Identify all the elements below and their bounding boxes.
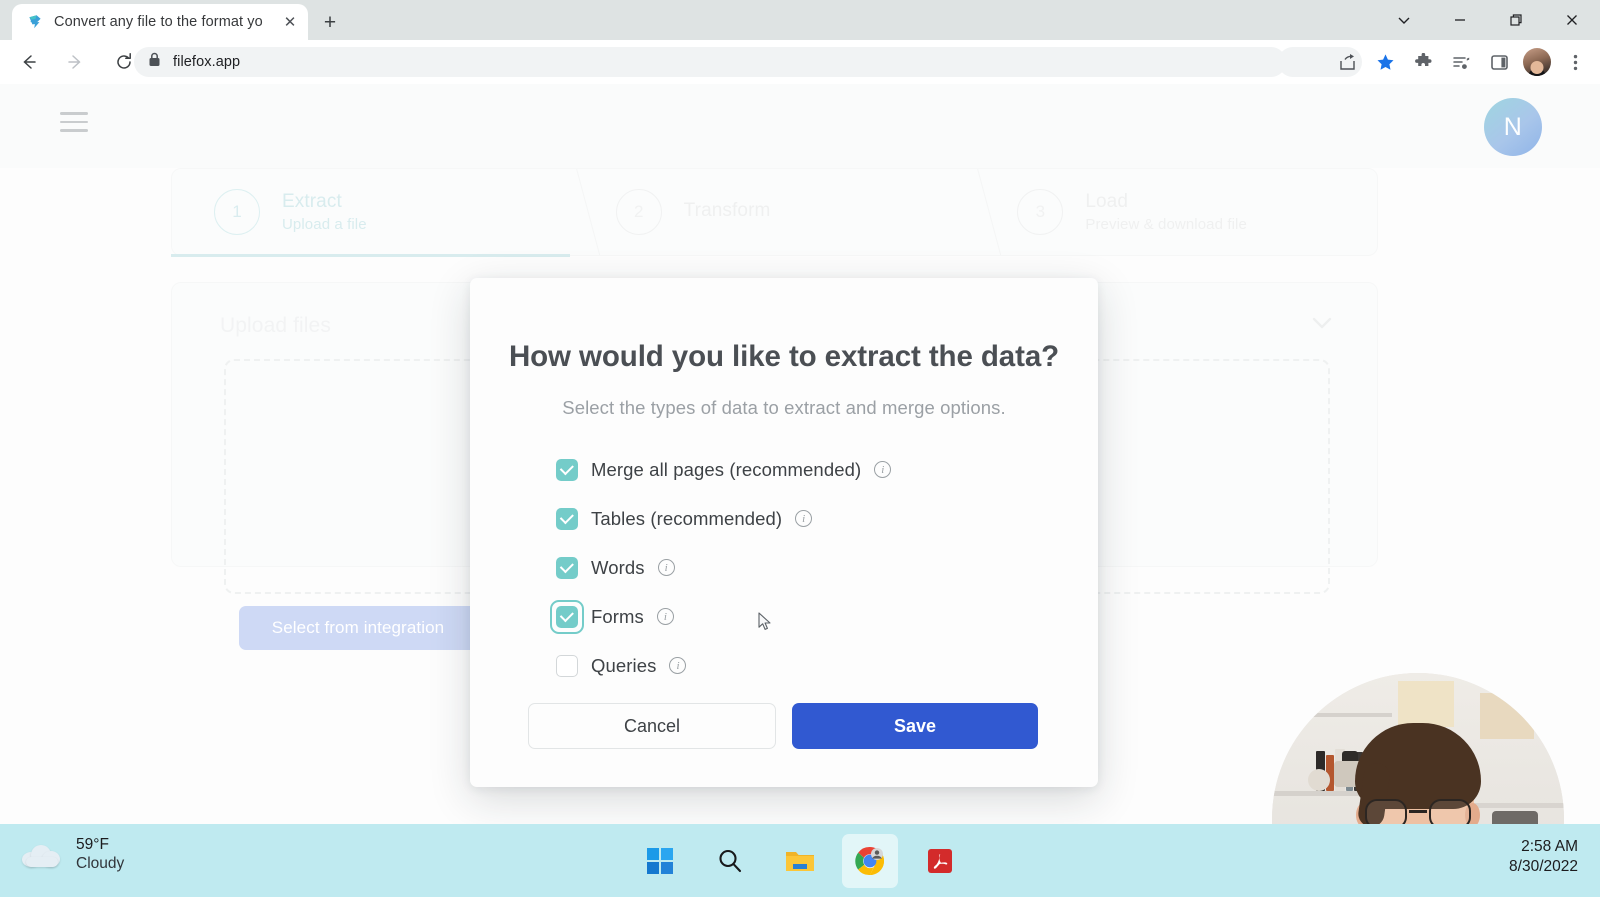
checkbox-queries[interactable] [556,654,578,677]
option-merge-all-pages[interactable]: Merge all pages (recommended) i [556,454,1026,485]
google-chrome-icon[interactable] [842,833,898,888]
search-icon[interactable] [708,839,752,883]
share-icon[interactable] [1328,43,1366,81]
dialog-title: How would you like to extract the data? [508,340,1060,373]
option-label: Tables (recommended) [591,507,783,529]
windows-taskbar: 59°F Cloudy 2:58 AM 8/30/2022 [0,824,1600,897]
web-page: N 1 Extract Upload a file 2 Transform 3 [0,84,1600,824]
padlock-icon [148,52,161,72]
filefox-leaf-icon [26,13,44,31]
app-header: N [0,84,1600,156]
taskbar-app-icons [638,824,962,897]
weather-temperature: 59°F [76,836,109,853]
window-controls [1376,0,1600,40]
minimize-icon[interactable] [1432,0,1488,40]
checkbox-merge-all-pages[interactable] [556,458,578,481]
option-forms[interactable]: Forms i [550,599,1026,634]
option-label: Forms [591,605,644,627]
screen: Convert any file to the format yo ✕ + fi… [0,0,1600,897]
info-icon[interactable]: i [656,608,674,625]
forward-icon[interactable] [56,42,96,82]
hamburger-menu-icon[interactable] [60,112,88,132]
info-icon[interactable]: i [657,559,675,576]
focus-ring [550,599,584,634]
more-menu-icon[interactable] [1556,43,1594,81]
url-text: filefox.app [173,54,241,70]
browser-titlebar: Convert any file to the format yo ✕ + [0,0,1600,40]
back-icon[interactable] [8,42,48,82]
mouse-cursor [758,612,774,632]
browser-toolbar: filefox.app [0,40,1600,84]
close-window-icon[interactable] [1544,0,1600,40]
option-queries[interactable]: Queries i [556,650,1026,681]
info-icon[interactable]: i [669,657,687,674]
option-label: Merge all pages (recommended) [591,458,862,480]
option-label: Words [591,556,645,578]
dialog-actions: Cancel Save [528,703,1038,749]
user-avatar[interactable]: N [1484,98,1542,156]
taskbar-clock[interactable]: 2:58 AM 8/30/2022 [1509,838,1578,876]
windows-start-icon[interactable] [638,839,682,883]
close-icon[interactable]: ✕ [280,12,300,32]
info-icon[interactable]: i [795,510,813,527]
cloud-icon [22,842,62,868]
browser-tab[interactable]: Convert any file to the format yo ✕ [12,4,308,40]
tab-title: Convert any file to the format yo [54,14,263,30]
option-words[interactable]: Words i [556,552,1026,583]
side-panel-icon[interactable] [1480,43,1518,81]
webcam-overlay [1272,673,1564,824]
cancel-button[interactable]: Cancel [528,703,776,749]
options-list: Merge all pages (recommended) i Tables (… [550,454,1026,699]
info-icon[interactable]: i [874,461,892,478]
taskbar-weather-widget[interactable]: 59°F Cloudy [22,836,124,873]
adobe-acrobat-icon[interactable] [918,839,962,883]
clock-time: 2:58 AM [1521,838,1578,855]
option-tables[interactable]: Tables (recommended) i [556,503,1026,534]
eyeglasses [1365,799,1471,824]
profile-avatar[interactable] [1518,43,1556,81]
weather-condition: Cloudy [76,855,125,872]
save-button[interactable]: Save [792,703,1038,749]
checkbox-words[interactable] [556,556,578,579]
media-control-icon[interactable] [1442,43,1480,81]
file-explorer-icon[interactable] [778,839,822,883]
clock-date: 8/30/2022 [1509,858,1578,875]
checkbox-forms[interactable] [550,599,584,634]
tab-search-chevron-icon[interactable] [1376,0,1432,40]
bookmark-star-icon[interactable] [1366,43,1404,81]
restore-icon[interactable] [1488,0,1544,40]
toolbar-icon-group [1328,42,1594,82]
address-bar[interactable]: filefox.app [134,47,1286,77]
checkbox-tables[interactable] [556,507,578,530]
option-label: Queries [591,654,657,676]
extensions-puzzle-icon[interactable] [1404,43,1442,81]
extract-options-dialog: How would you like to extract the data? … [470,278,1098,787]
new-tab-button[interactable]: + [316,8,344,36]
dialog-subtitle: Select the types of data to extract and … [562,397,1006,418]
